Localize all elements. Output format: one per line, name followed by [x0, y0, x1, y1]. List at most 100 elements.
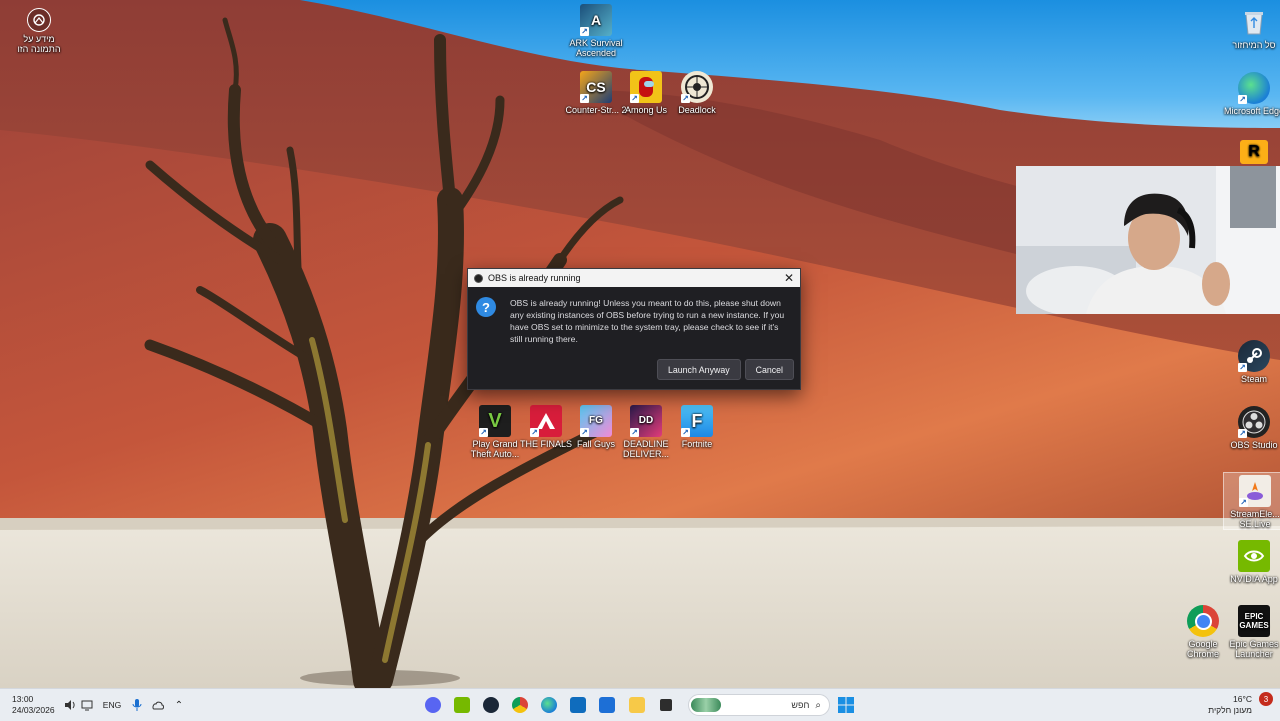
search-box[interactable]: חפש ⌕: [688, 694, 830, 716]
edge-icon: ↗: [1238, 72, 1270, 104]
taskbar: 13:00 24/03/2026 ENG ⌃ חפש ⌕ 16°C מעונן …: [0, 688, 1280, 721]
ark-label: ARK Survival Ascended: [569, 38, 623, 58]
shortcut-arrow-icon: ↗: [681, 428, 690, 437]
store-icon: [599, 697, 615, 713]
recycle-bin-shortcut[interactable]: סל המיחזור: [1223, 6, 1280, 50]
webcam-overlay: [1016, 166, 1280, 314]
nvidia-app-shortcut[interactable]: NVIDIA App: [1223, 540, 1280, 584]
obs-studio-label: OBS Studio: [1230, 440, 1278, 450]
steam-icon: ↗: [1238, 340, 1270, 372]
dialog-message: OBS is already running! Unless you meant…: [510, 298, 785, 344]
recycle-bin-icon: [1238, 6, 1270, 38]
webcam-feed: [1016, 166, 1280, 314]
streamelements-label: StreamEle... SE.Live: [1230, 509, 1280, 529]
chevron-up-icon[interactable]: ⌃: [171, 689, 187, 721]
obs-studio-shortcut[interactable]: ↗ OBS Studio: [1223, 406, 1280, 450]
rockstar-icon: R: [1240, 140, 1268, 164]
steam-label: Steam: [1240, 374, 1267, 384]
shortcut-arrow-icon: ↗: [1239, 498, 1248, 507]
epic-games-label: Epic Games Launcher: [1229, 639, 1279, 659]
weather-temp: 16°C: [1233, 694, 1252, 704]
streamelements-shortcut[interactable]: ↗ StreamEle... SE.Live: [1223, 472, 1280, 530]
weather-description: מעונן חלקית: [1208, 705, 1252, 715]
clock[interactable]: 13:00 24/03/2026: [4, 689, 62, 721]
shortcut-arrow-icon: ↗: [479, 428, 488, 437]
volume-icon[interactable]: [62, 689, 78, 721]
shortcut-arrow-icon: ↗: [1238, 95, 1247, 104]
edge-shortcut[interactable]: ↗ Microsoft Edge: [1223, 72, 1280, 116]
edge-label: Microsoft Edge: [1223, 106, 1280, 116]
cloud-icon[interactable]: [150, 689, 166, 721]
dialog-titlebar[interactable]: OBS is already running ✕: [468, 269, 800, 287]
start-button[interactable]: [835, 689, 857, 721]
launch-anyway-button[interactable]: Launch Anyway: [656, 359, 741, 380]
obs-logo-icon: [474, 273, 483, 283]
clock-date: 24/03/2026: [12, 705, 55, 715]
chrome-icon: [512, 697, 528, 713]
search-highlight-icon: [691, 698, 721, 712]
taskbar-outlook[interactable]: [567, 689, 589, 721]
language-indicator[interactable]: ENG: [99, 689, 125, 721]
obs-already-running-dialog: OBS is already running ✕ ? OBS is alread…: [467, 268, 801, 390]
ark-icon: A ↗: [580, 4, 612, 36]
taskbar-store[interactable]: [596, 689, 618, 721]
microphone-icon[interactable]: [129, 689, 145, 721]
shortcut-arrow-icon: ↗: [1238, 363, 1247, 372]
dialog-title: OBS is already running: [488, 273, 581, 283]
the-finals-icon: ↗: [530, 405, 562, 437]
shortcut-arrow-icon: ↗: [580, 94, 589, 103]
ark-shortcut[interactable]: A ↗ ARK Survival Ascended: [565, 4, 627, 58]
obs-icon: ↗: [1238, 406, 1270, 438]
camera-icon: [27, 8, 51, 32]
shortcut-arrow-icon: ↗: [580, 428, 589, 437]
rockstar-shortcut[interactable]: R: [1223, 140, 1280, 166]
taskbar-discord[interactable]: [422, 689, 444, 721]
fortnite-shortcut[interactable]: F ↗ Fortnite: [666, 405, 728, 449]
taskbar-edge[interactable]: [538, 689, 560, 721]
steam-icon: [483, 697, 499, 713]
nvidia-icon: [1238, 540, 1270, 572]
dialog-buttons: Launch Anyway Cancel: [656, 359, 794, 380]
windows-icon: [838, 697, 854, 713]
deadline-delivery-icon: DD ↗: [630, 405, 662, 437]
weather-widget[interactable]: 16°C מעונן חלקית: [1196, 689, 1252, 721]
notification-badge: 3: [1259, 692, 1273, 706]
epic-games-shortcut[interactable]: EPIC GAMES Epic Games Launcher: [1223, 605, 1280, 659]
taskbar-file-explorer[interactable]: [626, 689, 648, 721]
edge-icon: [541, 697, 557, 713]
shortcut-arrow-icon: ↗: [630, 94, 639, 103]
deadlock-shortcut[interactable]: ↗ Deadlock: [666, 71, 728, 115]
shortcut-arrow-icon: ↗: [1238, 429, 1247, 438]
deadlock-label: Deadlock: [678, 105, 716, 115]
gta-icon: V ↗: [479, 405, 511, 437]
taskbar-nvidia[interactable]: [451, 689, 473, 721]
search-icon: ⌕: [815, 699, 821, 711]
fall-guys-icon: FG ↗: [580, 405, 612, 437]
epic-games-icon: EPIC GAMES: [1238, 605, 1270, 637]
task-view-icon: [660, 699, 672, 711]
streamelements-icon: ↗: [1239, 475, 1271, 507]
taskbar-task-view[interactable]: [655, 689, 677, 721]
clock-time: 13:00: [12, 694, 34, 704]
among-us-icon: ↗: [630, 71, 662, 103]
notifications-button[interactable]: 3: [1256, 689, 1276, 721]
fortnite-label: Fortnite: [681, 439, 713, 449]
shortcut-arrow-icon: ↗: [681, 94, 690, 103]
taskbar-steam[interactable]: [480, 689, 502, 721]
outlook-icon: [570, 697, 586, 713]
fortnite-icon: F ↗: [681, 405, 713, 437]
nvidia-icon: [454, 697, 470, 713]
search-placeholder: חפש: [791, 700, 810, 710]
steam-shortcut[interactable]: ↗ Steam: [1223, 340, 1280, 384]
folder-icon: [629, 697, 645, 713]
taskbar-chrome[interactable]: [509, 689, 531, 721]
photo-info-label: מידע על התמונה הזו: [17, 34, 61, 54]
display-icon[interactable]: [79, 689, 95, 721]
close-icon[interactable]: ✕: [778, 271, 800, 285]
nvidia-app-label: NVIDIA App: [1230, 574, 1278, 584]
cancel-button[interactable]: Cancel: [744, 359, 794, 380]
shortcut-arrow-icon: ↗: [630, 428, 639, 437]
cs2-icon: CS ↗: [580, 71, 612, 103]
photo-info-shortcut[interactable]: מידע על התמונה הזו: [8, 8, 70, 54]
question-icon: ?: [476, 297, 496, 317]
